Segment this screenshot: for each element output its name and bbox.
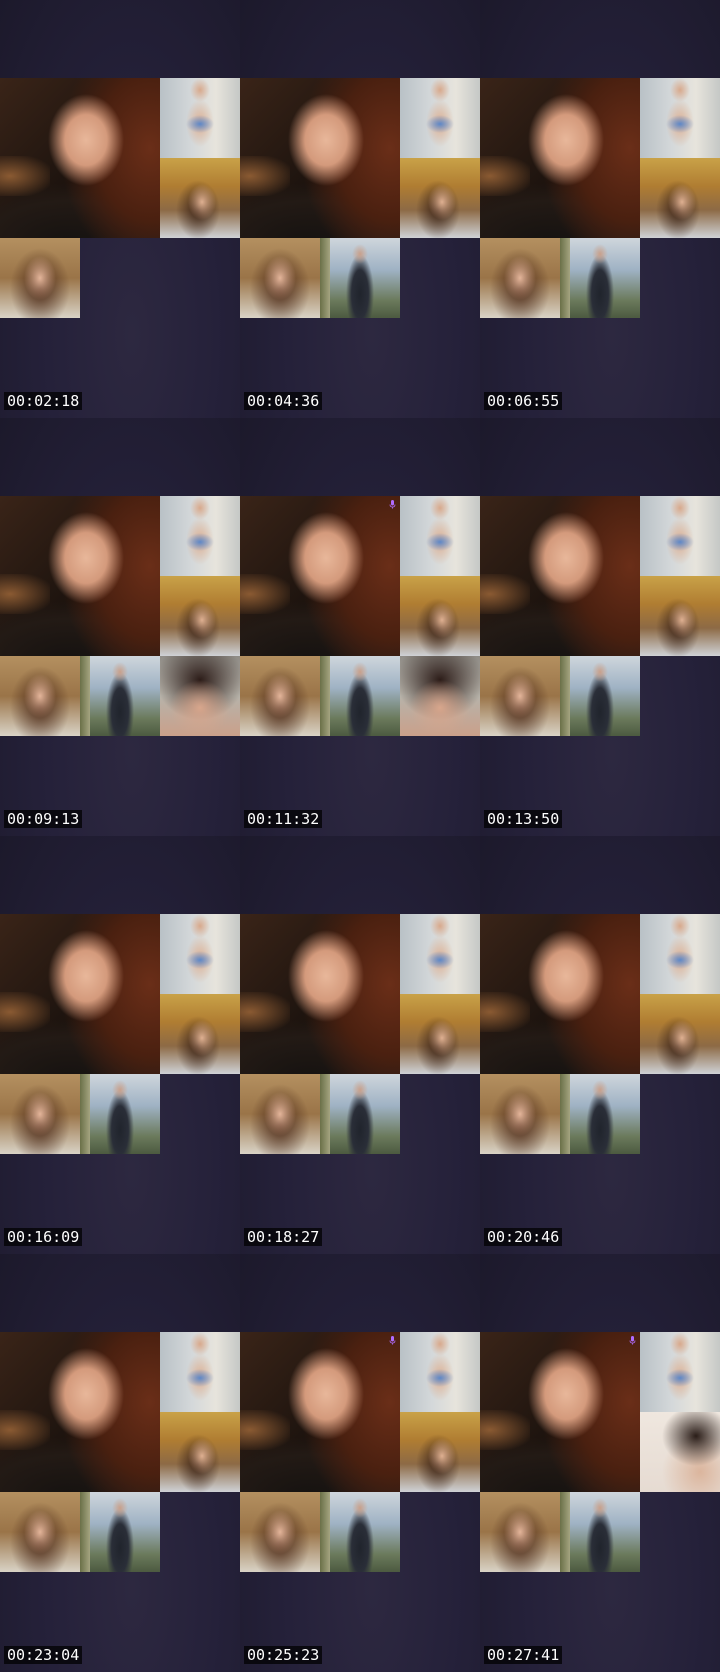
participant-tile-autumn[interactable]: [640, 576, 720, 656]
participant-tile-smile[interactable]: [0, 1074, 80, 1154]
participant-tile-autumn[interactable]: [400, 1412, 480, 1492]
frame-timestamp: 00:04:36: [244, 392, 323, 410]
participant-tile-outdoor[interactable]: [560, 656, 640, 736]
main-participant-tile[interactable]: [480, 1332, 640, 1492]
participant-tile-autumn[interactable]: [160, 1412, 240, 1492]
participant-tile-beach[interactable]: [160, 78, 240, 158]
participant-tile-beach[interactable]: [400, 914, 480, 994]
frame-timestamp: 00:16:09: [4, 1228, 83, 1246]
participant-tile-autumn[interactable]: [160, 158, 240, 238]
participant-tile-outdoor[interactable]: [560, 1074, 640, 1154]
participant-tile-smile[interactable]: [480, 1074, 560, 1154]
participant-tile-beach[interactable]: [160, 496, 240, 576]
participant-tile-smile[interactable]: [480, 238, 560, 318]
main-participant-tile[interactable]: [0, 78, 160, 238]
participant-tile-autumn[interactable]: [400, 158, 480, 238]
main-participant-tile[interactable]: [480, 914, 640, 1074]
participant-tile-beach[interactable]: [640, 914, 720, 994]
participant-tile-face[interactable]: [640, 1412, 720, 1492]
participant-tile-smile[interactable]: [480, 656, 560, 736]
frame-timestamp: 00:25:23: [244, 1646, 323, 1664]
participant-tile-smile[interactable]: [240, 1492, 320, 1572]
participant-tile-smile[interactable]: [0, 1492, 80, 1572]
video-frame-4[interactable]: 00:09:13: [0, 418, 240, 836]
video-frame-11[interactable]: 00:25:23: [240, 1254, 480, 1672]
frame-timestamp: 00:27:41: [484, 1646, 563, 1664]
participant-tile-outdoor[interactable]: [80, 1074, 160, 1154]
participant-tile-smile[interactable]: [240, 238, 320, 318]
frame-timestamp: 00:20:46: [484, 1228, 563, 1246]
participant-tile-autumn[interactable]: [400, 994, 480, 1074]
participant-tile-beach[interactable]: [160, 914, 240, 994]
participant-tile-closeup[interactable]: [400, 656, 480, 736]
video-frame-12[interactable]: 00:27:41: [480, 1254, 720, 1672]
video-frame-10[interactable]: 00:23:04: [0, 1254, 240, 1672]
main-participant-tile[interactable]: [0, 1332, 160, 1492]
participant-tile-smile[interactable]: [240, 1074, 320, 1154]
participant-tile-smile[interactable]: [0, 238, 80, 318]
participant-tile-beach[interactable]: [400, 1332, 480, 1412]
video-frame-2[interactable]: 00:04:36: [240, 0, 480, 418]
main-participant-tile[interactable]: [0, 914, 160, 1074]
video-frame-3[interactable]: 00:06:55: [480, 0, 720, 418]
microphone-icon: [389, 500, 396, 509]
participant-tile-beach[interactable]: [400, 496, 480, 576]
participant-tile-smile[interactable]: [480, 1492, 560, 1572]
frame-timestamp: 00:06:55: [484, 392, 563, 410]
contact-sheet: 00:02:18 00:04:36 00:06:55 00:09:13 00:1…: [0, 0, 720, 1672]
participant-tile-autumn[interactable]: [160, 994, 240, 1074]
participant-tile-outdoor[interactable]: [560, 238, 640, 318]
main-participant-tile[interactable]: [240, 1332, 400, 1492]
video-frame-5[interactable]: 00:11:32: [240, 418, 480, 836]
video-frame-8[interactable]: 00:18:27: [240, 836, 480, 1254]
participant-tile-beach[interactable]: [640, 1332, 720, 1412]
main-participant-tile[interactable]: [240, 496, 400, 656]
frame-timestamp: 00:09:13: [4, 810, 83, 828]
participant-tile-outdoor[interactable]: [80, 1492, 160, 1572]
participant-tile-autumn[interactable]: [640, 158, 720, 238]
participant-tile-closeup[interactable]: [160, 656, 240, 736]
participant-tile-autumn[interactable]: [640, 994, 720, 1074]
participant-tile-autumn[interactable]: [160, 576, 240, 656]
main-participant-tile[interactable]: [480, 496, 640, 656]
video-frame-6[interactable]: 00:13:50: [480, 418, 720, 836]
participant-tile-beach[interactable]: [400, 78, 480, 158]
participant-tile-outdoor[interactable]: [320, 1074, 400, 1154]
main-participant-tile[interactable]: [240, 78, 400, 238]
main-participant-tile[interactable]: [240, 914, 400, 1074]
participant-tile-smile[interactable]: [240, 656, 320, 736]
participant-tile-beach[interactable]: [640, 78, 720, 158]
participant-tile-beach[interactable]: [640, 496, 720, 576]
frame-timestamp: 00:23:04: [4, 1646, 83, 1664]
microphone-icon: [629, 1336, 636, 1345]
video-frame-7[interactable]: 00:16:09: [0, 836, 240, 1254]
main-participant-tile[interactable]: [480, 78, 640, 238]
main-participant-tile[interactable]: [0, 496, 160, 656]
frame-timestamp: 00:11:32: [244, 810, 323, 828]
participant-tile-outdoor[interactable]: [560, 1492, 640, 1572]
participant-tile-outdoor[interactable]: [320, 238, 400, 318]
participant-tile-outdoor[interactable]: [80, 656, 160, 736]
frame-timestamp: 00:02:18: [4, 392, 83, 410]
frame-timestamp: 00:18:27: [244, 1228, 323, 1246]
participant-tile-smile[interactable]: [0, 656, 80, 736]
microphone-icon: [389, 1336, 396, 1345]
participant-tile-beach[interactable]: [160, 1332, 240, 1412]
participant-tile-autumn[interactable]: [400, 576, 480, 656]
video-frame-1[interactable]: 00:02:18: [0, 0, 240, 418]
frame-timestamp: 00:13:50: [484, 810, 563, 828]
video-frame-9[interactable]: 00:20:46: [480, 836, 720, 1254]
participant-tile-outdoor[interactable]: [320, 656, 400, 736]
participant-tile-outdoor[interactable]: [320, 1492, 400, 1572]
